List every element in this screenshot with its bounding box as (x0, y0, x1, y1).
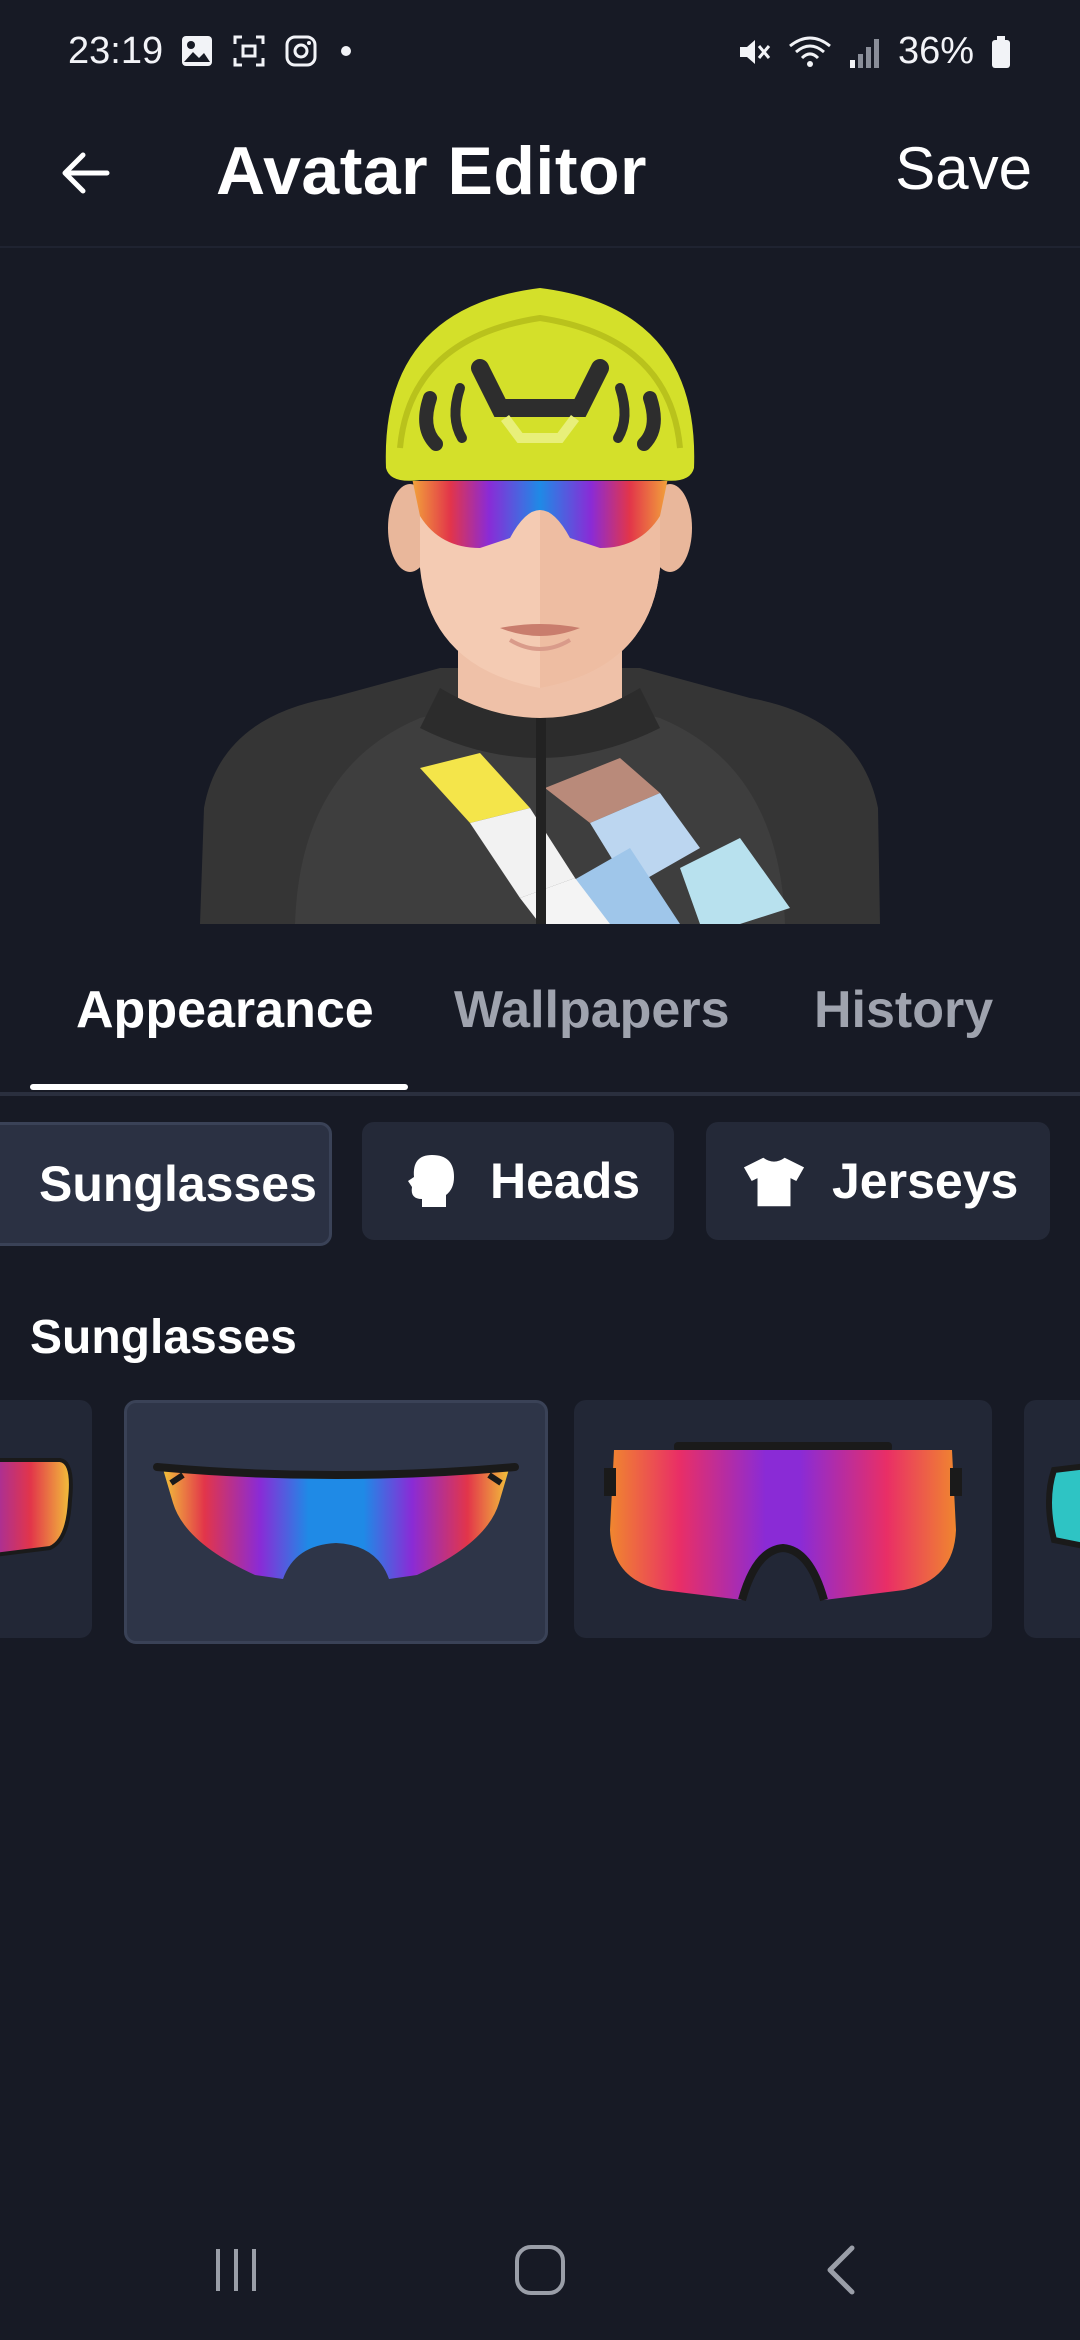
wifi-icon (789, 36, 831, 67)
chip-heads[interactable]: Heads (362, 1122, 674, 1240)
notification-dot-icon (341, 46, 351, 56)
section-title: Sunglasses (30, 1311, 297, 1364)
signal-icon (849, 38, 879, 68)
arrow-left-icon (62, 152, 110, 194)
chip-label: Sunglasses (39, 1156, 317, 1212)
avatar-preview (0, 248, 1080, 924)
gallery-icon (182, 36, 212, 66)
avatar-illustration (200, 288, 880, 924)
save-button[interactable]: Save (895, 134, 1032, 203)
chip-label: Jerseys (832, 1153, 1019, 1209)
sunglasses-options (0, 1400, 1080, 1644)
jersey-icon (742, 1149, 806, 1213)
chip-sunglasses[interactable]: Sunglasses (0, 1122, 332, 1246)
instagram-icon (285, 35, 317, 67)
tab-bar: Appearance Wallpapers History (0, 940, 1080, 1096)
chip-jerseys[interactable]: Jerseys (706, 1122, 1050, 1240)
sunglasses-option-3[interactable] (574, 1400, 992, 1638)
sunglasses-thumbnail (1046, 1463, 1080, 1549)
sunglasses-thumbnail (153, 1463, 519, 1579)
tab-wallpapers[interactable]: Wallpapers (454, 980, 730, 1040)
sunglasses-thumbnail (604, 1442, 962, 1602)
sunglasses-icon (0, 1152, 3, 1216)
battery-percent: 36% (897, 30, 974, 72)
home-icon (515, 2245, 565, 2295)
mute-icon (739, 39, 771, 64)
sunglasses-option-4[interactable] (1024, 1400, 1080, 1638)
system-nav-bar (0, 2200, 1080, 2340)
recent-apps-button[interactable] (196, 2240, 276, 2300)
screenshot-icon (233, 35, 265, 67)
head-icon (400, 1149, 464, 1213)
status-time: 23:19 (68, 30, 164, 72)
category-chips: Sunglasses Heads Jerseys (0, 1122, 1080, 1246)
status-notification-icons (180, 34, 356, 68)
back-button[interactable] (50, 138, 120, 208)
sunglasses-option-1[interactable] (0, 1400, 92, 1638)
status-bar: 23:19 36% (0, 0, 1080, 108)
page-title: Avatar Editor (216, 133, 647, 209)
status-right: 36% (736, 30, 1012, 73)
battery-icon (992, 35, 1010, 68)
chevron-left-icon (827, 2245, 855, 2295)
active-tab-indicator (30, 1084, 408, 1090)
recent-apps-icon (216, 2249, 256, 2291)
home-button[interactable] (500, 2240, 580, 2300)
sunglasses-option-2[interactable] (124, 1400, 548, 1644)
app-bar: Avatar Editor Save (0, 108, 1080, 248)
back-nav-button[interactable] (800, 2240, 880, 2300)
sunglasses-thumbnail (0, 1458, 73, 1557)
tab-history[interactable]: History (814, 980, 993, 1040)
chip-label: Heads (490, 1153, 641, 1209)
tab-appearance[interactable]: Appearance (76, 980, 374, 1040)
